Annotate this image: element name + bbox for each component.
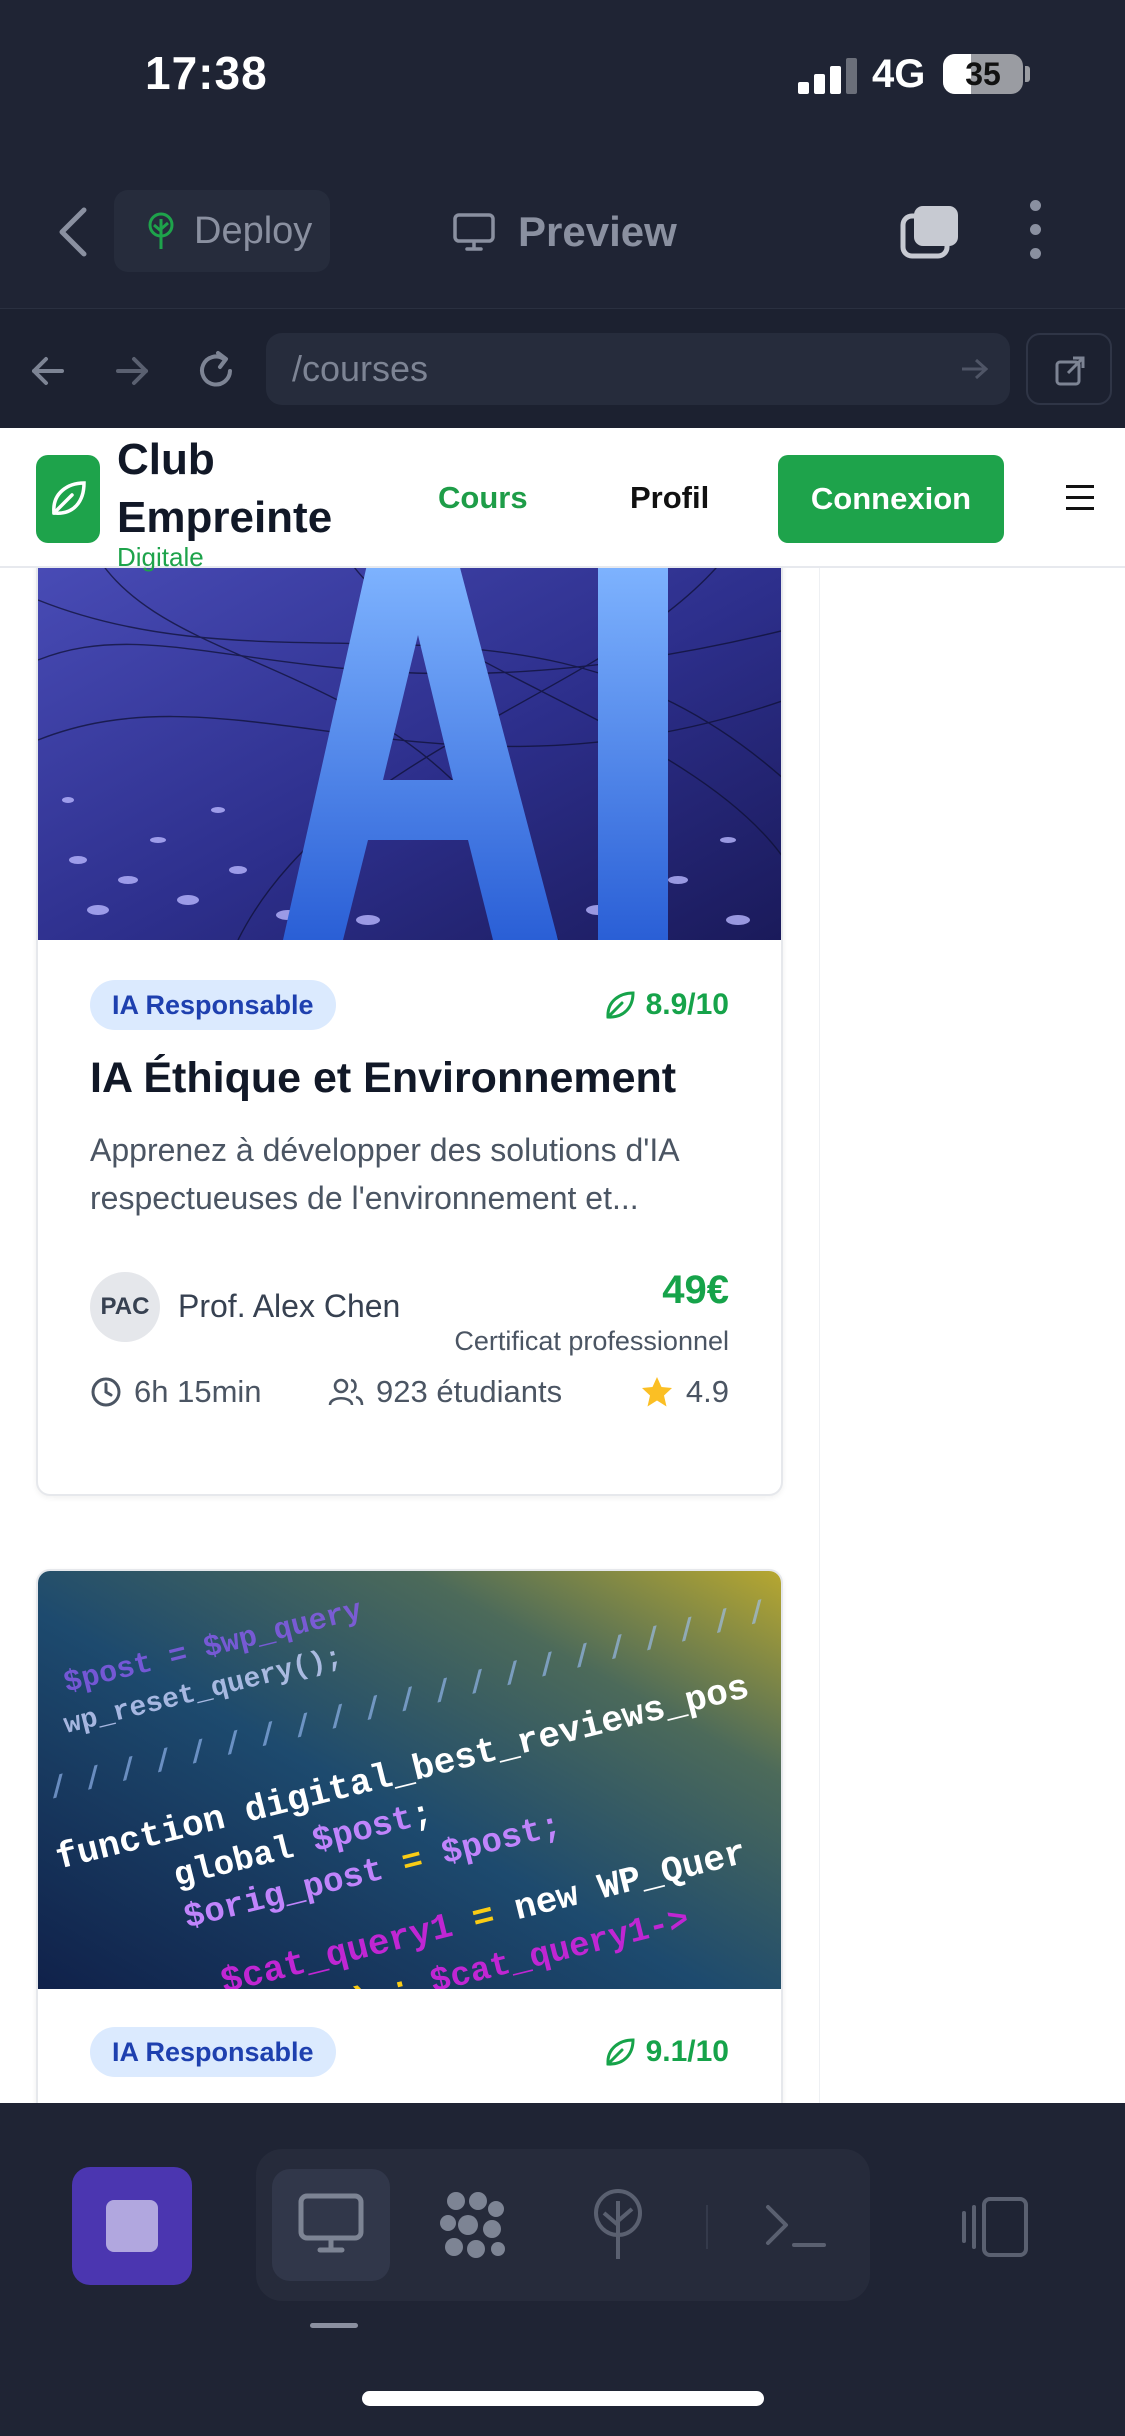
instructor-name: Prof. Alex Chen (178, 1288, 401, 1324)
eco-score: 8.9/10 (604, 988, 729, 1022)
preview-tool-button[interactable] (272, 2169, 390, 2281)
course-image-code: $post = $wp_query wp_reset_query(); / / … (38, 1571, 781, 1989)
category-badge: IA Responsable (90, 980, 336, 1030)
network-type: 4G (872, 52, 926, 96)
battery-tip (1025, 66, 1030, 82)
terminal-icon (766, 2205, 826, 2247)
cellular-signal-icon (798, 58, 858, 94)
hamburger-menu-icon[interactable] (1066, 485, 1094, 511)
integrations-tool-button[interactable] (416, 2169, 534, 2281)
bottom-toolbar (0, 2103, 1125, 2343)
url-text: /courses (292, 348, 429, 389)
deploy-tree-icon (148, 212, 174, 249)
toolbar-divider (706, 2205, 708, 2249)
certificate-label: Certificat professionnel (454, 1326, 729, 1356)
back-chevron-icon[interactable] (54, 204, 94, 260)
go-arrow-icon[interactable] (960, 357, 988, 381)
leaf-logo-icon[interactable] (36, 455, 100, 543)
app-toolbar: Deploy Preview (0, 152, 1125, 308)
course-description-line1: Apprenez à développer des solutions d'IA (90, 1132, 680, 1168)
deploy-button[interactable]: Deploy (114, 190, 330, 272)
site-header: Club Empreinte Digitale Cours Profil Con… (0, 428, 1125, 572)
leaf-icon (606, 2038, 635, 2066)
preview-button[interactable]: Preview (452, 202, 677, 262)
status-bar: 17:38 4G 35 (0, 0, 1125, 152)
battery-level: 35 (965, 56, 1001, 92)
duration-value: 6h 15min (134, 1374, 262, 1409)
stop-icon (106, 2200, 158, 2252)
course-card[interactable]: AI IA Responsable 8.9/10 IA Éthique et E… (36, 538, 783, 1496)
console-tool-button[interactable] (736, 2169, 854, 2281)
nav-link-courses[interactable]: Cours (438, 480, 528, 516)
grid-dots-icon (440, 2192, 505, 2258)
leaf-icon (606, 991, 635, 1019)
monitor-icon (453, 213, 495, 251)
users-icon (328, 1378, 364, 1406)
site-name-line1[interactable]: Club (117, 430, 215, 490)
monitor-icon (298, 2193, 364, 2253)
home-indicator-area (0, 2343, 1125, 2436)
status-time: 17:38 (145, 47, 268, 99)
students-value: 923 étudiants (376, 1374, 563, 1409)
open-external-button[interactable] (1026, 333, 1112, 405)
course-duration: 6h 15min (90, 1374, 262, 1410)
course-card[interactable]: $post = $wp_query wp_reset_query(); / / … (36, 1569, 783, 2103)
course-description: Apprenez à développer des solutions d'IA… (90, 1126, 740, 1222)
instructor-avatar: PAC (90, 1272, 160, 1342)
deploy-tree-icon (594, 2189, 642, 2259)
site-name-line2[interactable]: Empreinte (117, 488, 332, 548)
course-image-ai: AI (38, 540, 781, 940)
stop-button[interactable] (72, 2167, 192, 2285)
nav-link-profile[interactable]: Profil (630, 480, 709, 516)
course-description-line2: respectueuses de l'environnement et... (90, 1180, 639, 1216)
eco-score-value: 8.9/10 (645, 988, 729, 1021)
category-badge: IA Responsable (90, 2027, 336, 2077)
nav-back-arrow-icon[interactable] (26, 349, 70, 393)
tabs-icon[interactable] (900, 204, 960, 260)
site-name-line3: Digitale (117, 542, 204, 572)
browser-url-bar: /courses (0, 308, 1125, 428)
drawer-handle[interactable] (310, 2323, 358, 2328)
star-icon (641, 1377, 672, 1407)
url-input[interactable]: /courses (266, 333, 1010, 405)
eco-score: 9.1/10 (604, 2035, 729, 2069)
course-rating: 4.9 (640, 1374, 729, 1410)
deploy-label: Deploy (194, 209, 313, 252)
deploy-tool-button[interactable] (560, 2169, 678, 2281)
rating-value: 4.9 (685, 1374, 729, 1409)
home-indicator[interactable] (362, 2391, 764, 2406)
device-toggle-icon[interactable] (960, 2197, 1030, 2257)
courses-list: AI IA Responsable 8.9/10 IA Éthique et E… (0, 538, 820, 2103)
preview-label: Preview (518, 208, 677, 255)
course-price: 49€ (662, 1268, 729, 1312)
web-viewport: Club Empreinte Digitale Cours Profil Con… (0, 428, 1125, 2103)
course-title[interactable]: IA Éthique et Environnement (90, 1054, 676, 1103)
battery-icon: 35 (943, 54, 1023, 94)
nav-forward-arrow-icon[interactable] (110, 349, 154, 393)
login-button[interactable]: Connexion (778, 455, 1004, 543)
eco-score-value: 9.1/10 (645, 2035, 729, 2068)
external-link-icon (1055, 356, 1085, 386)
tool-switcher (256, 2149, 870, 2301)
reload-icon[interactable] (194, 349, 238, 393)
clock-icon (91, 1377, 121, 1407)
course-students: 923 étudiants (328, 1374, 562, 1410)
more-options-icon[interactable] (1020, 200, 1050, 264)
